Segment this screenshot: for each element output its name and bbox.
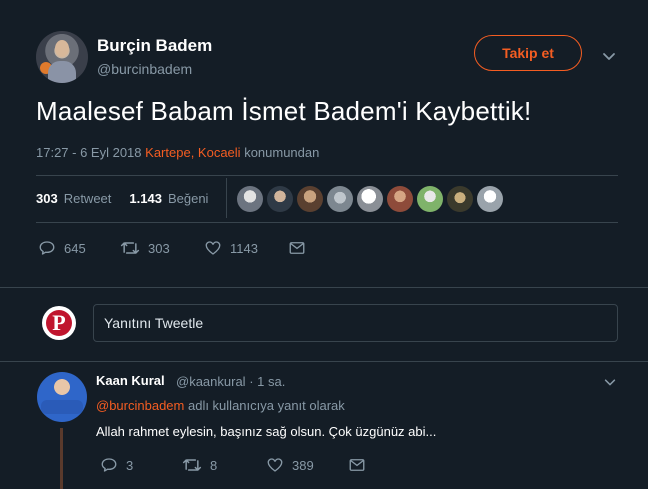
retweet-count[interactable]: 303 [36, 191, 58, 206]
reply-action[interactable]: 645 [38, 239, 86, 257]
liker-avatar[interactable] [447, 186, 473, 212]
message-action[interactable] [348, 456, 366, 474]
chevron-down-icon[interactable] [603, 375, 617, 389]
likers-avatars [237, 186, 503, 212]
message-action[interactable] [288, 239, 306, 257]
tweet-location-suffix: konumundan [244, 145, 320, 160]
reply-actions: 3 8 389 [100, 455, 400, 475]
like-action[interactable]: 1143 [204, 239, 258, 257]
retweet-icon [120, 242, 140, 254]
liker-avatar[interactable] [327, 186, 353, 212]
retweet-action[interactable]: 303 [120, 239, 170, 257]
author-avatar[interactable] [36, 31, 88, 83]
liker-avatar[interactable] [387, 186, 413, 212]
retweet-action-count: 8 [210, 457, 218, 473]
heart-icon [205, 241, 221, 255]
avatar-letter: P [46, 310, 72, 336]
envelope-icon [289, 242, 305, 254]
tweet-text: Maalesef Babam İsmet Badem'i Kaybettik! [36, 96, 532, 126]
liker-avatar[interactable] [237, 186, 263, 212]
follow-button[interactable]: Takip et [474, 35, 582, 71]
author-handle[interactable]: @burcinbadem [97, 61, 192, 77]
liker-avatar[interactable] [417, 186, 443, 212]
reply-input[interactable] [93, 304, 618, 342]
like-action-count: 1143 [230, 240, 258, 256]
liker-avatar[interactable] [357, 186, 383, 212]
tweet-location[interactable]: Kartepe, Kocaeli [145, 145, 240, 160]
section-divider [0, 287, 648, 288]
divider [36, 175, 618, 176]
retweet-icon [182, 459, 202, 471]
like-action-count: 389 [292, 457, 314, 473]
chevron-down-icon[interactable] [601, 48, 617, 64]
author-name[interactable]: Burçin Badem [97, 36, 212, 56]
reply-to-handle[interactable]: @burcinbadem [96, 398, 184, 413]
liker-avatar[interactable] [297, 186, 323, 212]
current-user-avatar[interactable]: P [42, 306, 76, 340]
tweet-time[interactable]: 17:27 - 6 Eyl 2018 [36, 145, 142, 160]
heart-icon [267, 458, 283, 472]
retweet-action[interactable]: 8 [182, 456, 217, 474]
reply-count: 645 [64, 240, 86, 256]
reply-time[interactable]: · 1 sa. [249, 374, 285, 389]
thread-line [60, 428, 63, 489]
divider [36, 222, 618, 223]
like-action[interactable]: 389 [266, 456, 314, 474]
like-count[interactable]: 1.143 [129, 191, 162, 206]
reply-icon [101, 458, 117, 472]
reply-action[interactable]: 3 [100, 456, 133, 474]
tweet-stats: 303 Retweet 1.143 Beğeni [36, 191, 208, 206]
liker-avatar[interactable] [267, 186, 293, 212]
liker-avatar[interactable] [477, 186, 503, 212]
reply-author-name[interactable]: Kaan Kural [96, 373, 165, 388]
reply-author-handle[interactable]: @kaankural [176, 374, 246, 389]
section-divider [0, 361, 648, 362]
like-label[interactable]: Beğeni [168, 191, 208, 206]
reply-count: 3 [126, 457, 134, 473]
tweet-meta: 17:27 - 6 Eyl 2018 Kartepe, Kocaeli konu… [36, 145, 319, 160]
reply-context: @burcinbadem adlı kullanıcıya yanıt olar… [96, 398, 345, 413]
reply-icon [39, 241, 55, 255]
reply-to-suffix: adlı kullanıcıya yanıt olarak [187, 398, 345, 413]
tweet-actions: 645 303 1143 [38, 238, 338, 258]
retweet-action-count: 303 [148, 240, 170, 256]
envelope-icon [349, 459, 365, 471]
reply-author-avatar[interactable] [37, 372, 87, 422]
reply-text: Allah rahmet eylesin, başınız sağ olsun.… [96, 424, 437, 439]
reply-author-handle-time: @kaankural · 1 sa. [176, 374, 285, 389]
retweet-label[interactable]: Retweet [64, 191, 112, 206]
stats-divider [226, 178, 227, 218]
